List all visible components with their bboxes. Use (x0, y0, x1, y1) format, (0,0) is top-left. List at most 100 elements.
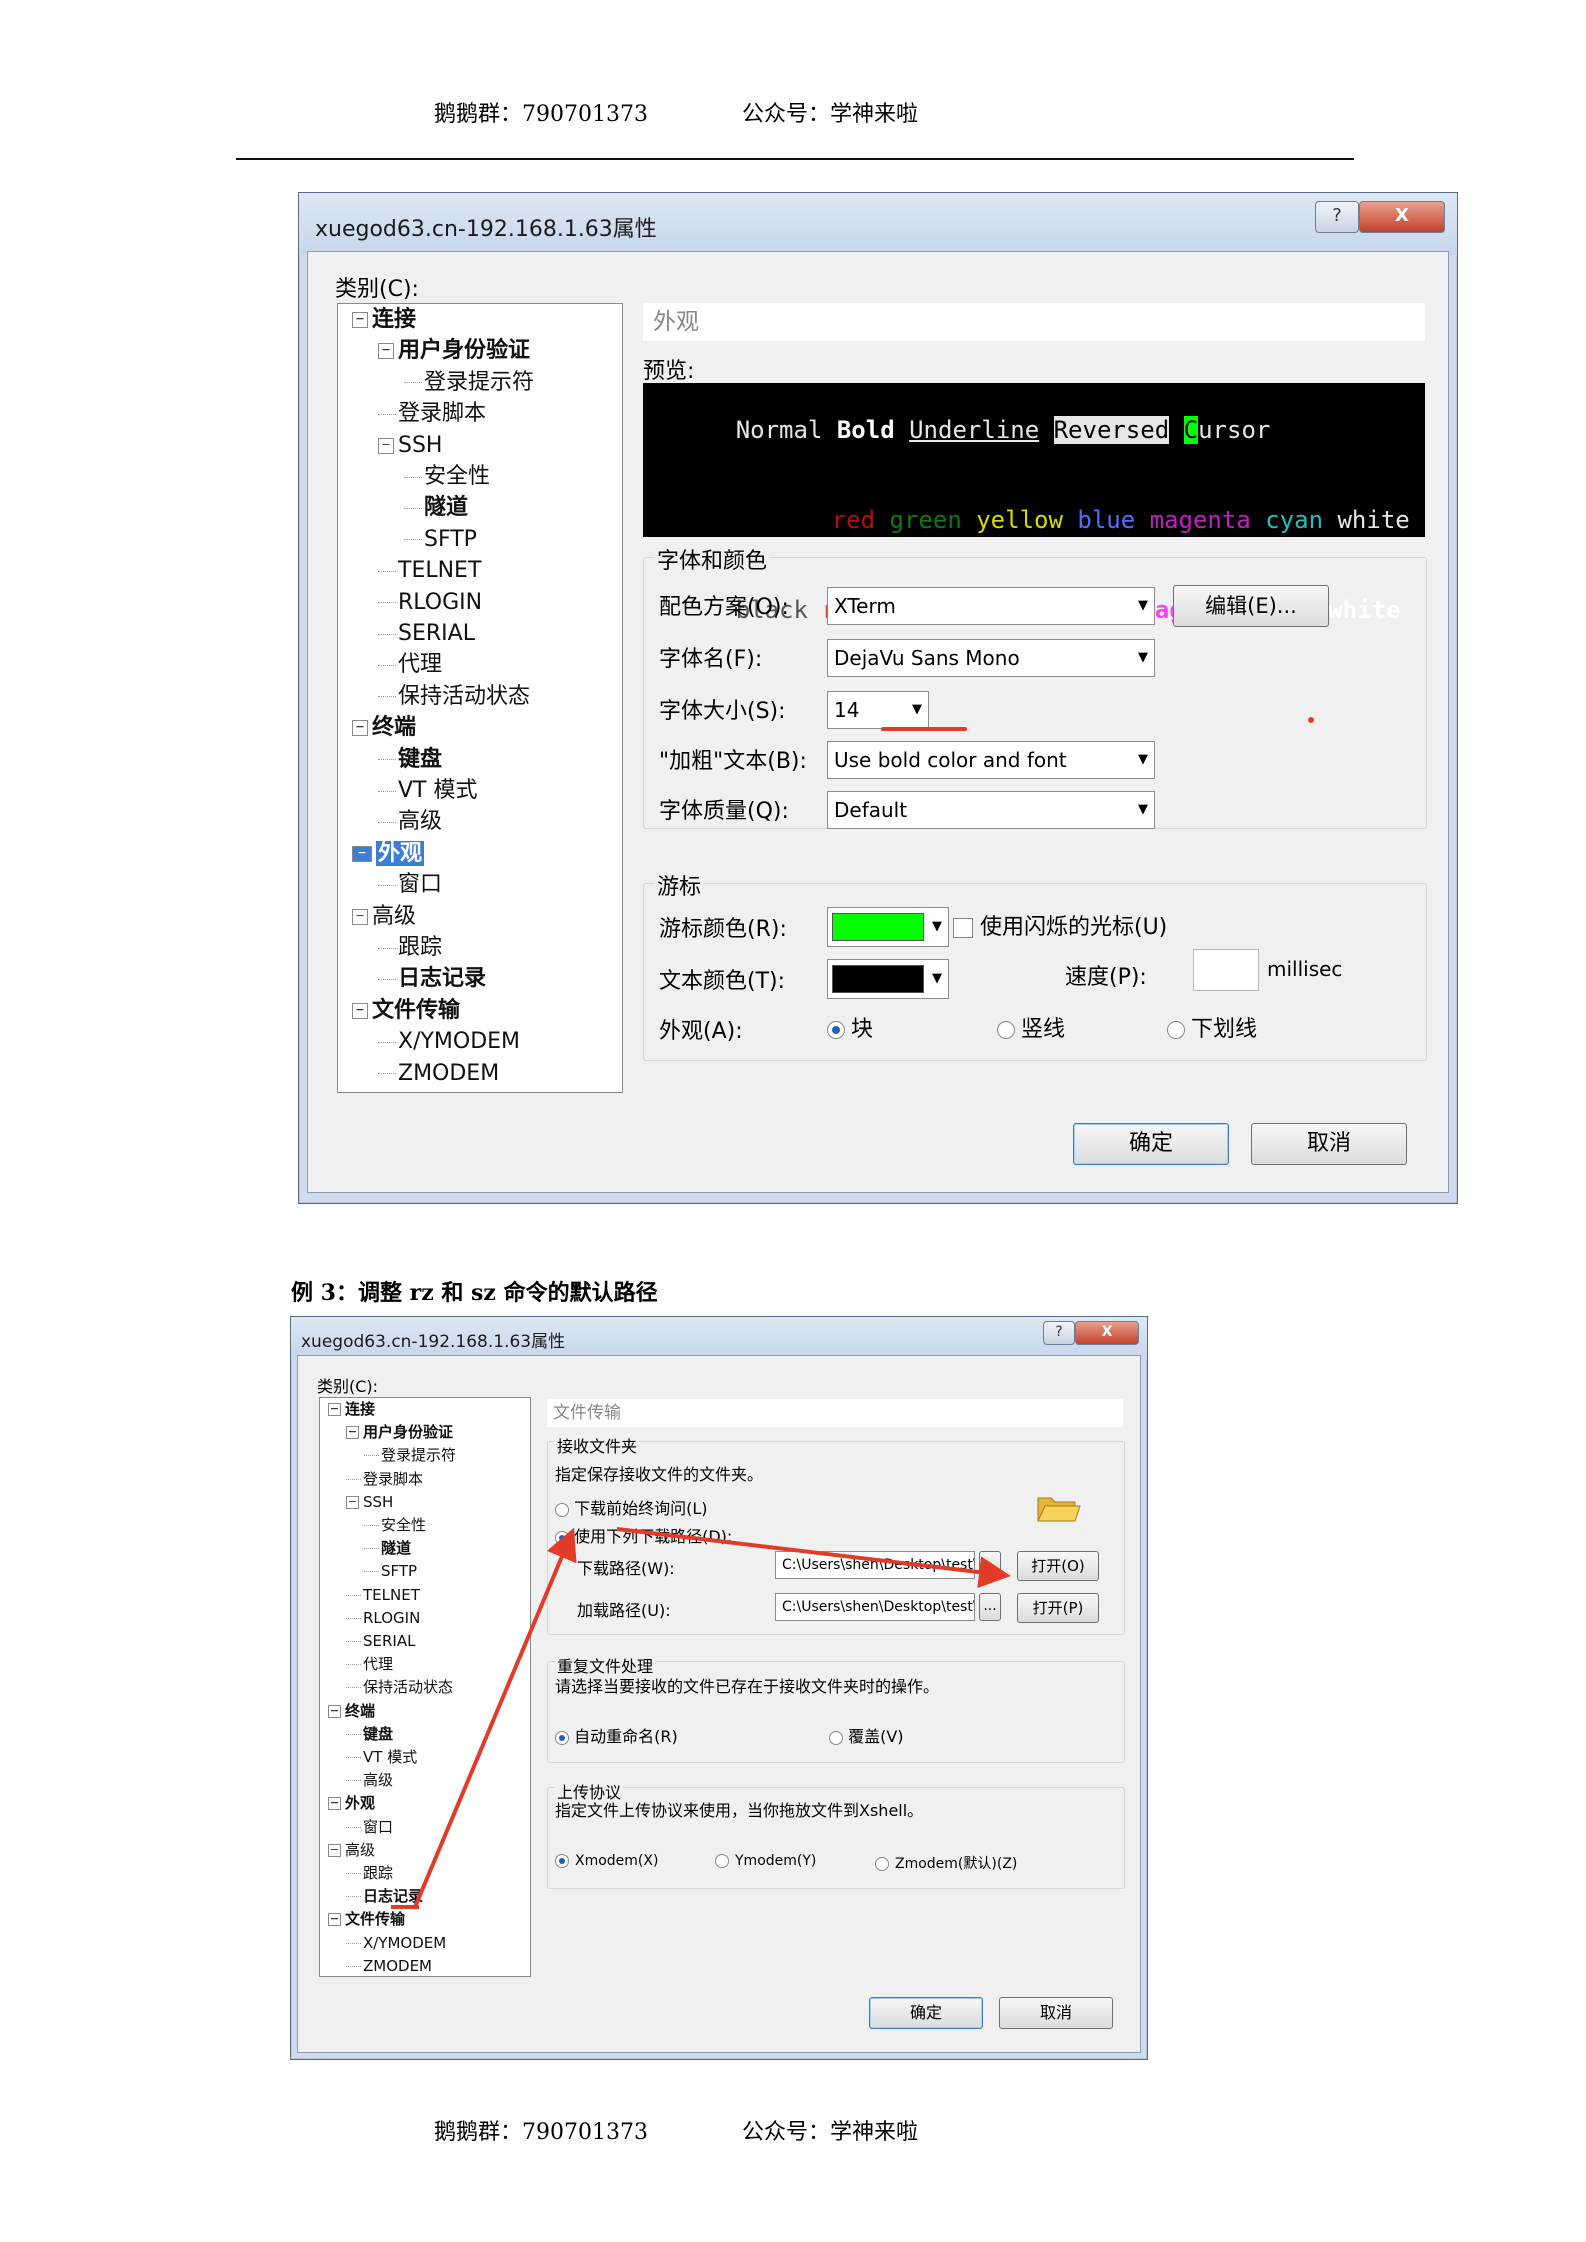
ask-before-download-option[interactable]: 下载前始终询问(L) (555, 1495, 708, 1519)
cancel-button[interactable]: 取消 (1251, 1123, 1407, 1165)
radio-option[interactable]: 下划线 (1167, 1011, 1257, 1043)
tree-item[interactable]: − 文件传输 (352, 995, 460, 1026)
blink-speed-input[interactable] (1193, 949, 1259, 991)
radio-button[interactable] (555, 1854, 569, 1868)
tree-item[interactable]: X/YMODEM (346, 1932, 446, 1955)
tree-item[interactable]: X/YMODEM (378, 1026, 520, 1057)
collapse-icon[interactable]: − (328, 1913, 341, 1927)
text-color-picker[interactable]: ▼ (827, 959, 949, 999)
download-browse-button[interactable]: ... (979, 1551, 1001, 1579)
blink-checkbox[interactable] (953, 918, 973, 938)
tree-item[interactable]: − 用户身份验证 (346, 1421, 453, 1444)
download-path-input[interactable]: C:\Users\shen\Desktop\test\ (775, 1551, 975, 1579)
tree-item[interactable]: SFTP (364, 1560, 417, 1583)
radio-option[interactable]: 竖线 (997, 1011, 1065, 1043)
tree-item[interactable]: SERIAL (378, 618, 475, 649)
tree-item[interactable]: − 文件传输 (328, 1908, 405, 1931)
tree-item[interactable]: SERIAL (346, 1630, 415, 1653)
tree-item[interactable]: 窗口 (346, 1816, 393, 1839)
tree-item[interactable]: 窗口 (378, 869, 442, 900)
rename-radio[interactable] (555, 1730, 569, 1745)
ask-radio[interactable] (555, 1502, 569, 1517)
tree-item[interactable]: 高级 (346, 1769, 393, 1792)
collapse-icon[interactable]: − (352, 845, 372, 862)
help-button[interactable]: ? (1315, 201, 1359, 233)
bold-text-select[interactable]: Use bold color and font ▼ (827, 741, 1155, 779)
radio-option[interactable]: Xmodem(X) (555, 1853, 658, 1869)
radio-button[interactable] (715, 1854, 729, 1868)
collapse-icon[interactable]: − (328, 1797, 341, 1811)
tree-item[interactable]: RLOGIN (378, 587, 482, 618)
collapse-icon[interactable]: − (328, 1704, 341, 1718)
tree-item[interactable]: 代理 (346, 1653, 393, 1676)
tree-item[interactable]: ZMODEM (378, 1058, 499, 1089)
tree-item[interactable]: − 高级 (352, 901, 416, 932)
radio-button[interactable] (827, 1021, 845, 1039)
cancel-button[interactable]: 取消 (999, 1997, 1113, 2029)
tree-item[interactable]: 键盘 (346, 1723, 393, 1746)
ok-button[interactable]: 确定 (869, 1997, 983, 2029)
radio-button[interactable] (1167, 1021, 1185, 1039)
tree-item[interactable]: 保持活动状态 (378, 681, 530, 712)
tree-item[interactable]: − SSH (346, 1491, 393, 1514)
font-size-select[interactable]: 14 ▼ (827, 691, 929, 729)
collapse-icon[interactable]: − (352, 1002, 368, 1019)
overwrite-radio[interactable] (829, 1730, 843, 1745)
tree-item[interactable]: 登录脚本 (378, 398, 486, 429)
tree-item[interactable]: − 用户身份验证 (378, 335, 530, 366)
use-path-radio[interactable] (555, 1530, 569, 1545)
radio-option[interactable]: Zmodem(默认)(Z) (875, 1853, 1017, 1873)
close-button[interactable]: X (1075, 1321, 1139, 1345)
tree-item[interactable]: − 外观 (352, 838, 425, 869)
auto-rename-option[interactable]: 自动重命名(R) (555, 1723, 678, 1747)
radio-button[interactable] (875, 1857, 889, 1871)
collapse-icon[interactable]: − (346, 1495, 359, 1509)
collapse-icon[interactable]: − (328, 1843, 341, 1857)
upload-browse-button[interactable]: ... (979, 1593, 1001, 1621)
collapse-icon[interactable]: − (346, 1426, 359, 1440)
tree-item[interactable]: 键盘 (378, 744, 442, 775)
font-name-select[interactable]: DejaVu Sans Mono ▼ (827, 639, 1155, 677)
tree-item[interactable]: 安全性 (404, 461, 490, 492)
tree-item[interactable]: − 连接 (328, 1398, 375, 1421)
tree-item[interactable]: 跟踪 (346, 1862, 393, 1885)
tree-item[interactable]: 跟踪 (378, 932, 442, 963)
tree-item[interactable]: 保持活动状态 (346, 1676, 453, 1699)
collapse-icon[interactable]: − (328, 1403, 341, 1416)
category-tree[interactable]: − 连接 − 用户身份验证 登录提示符 登录脚本 − SSH 安全性 隧道 SFTP TELNET RL… (337, 303, 623, 1093)
tree-item[interactable]: − SSH (378, 430, 442, 461)
tree-item[interactable]: 登录提示符 (364, 1444, 456, 1467)
radio-option[interactable]: Ymodem(Y) (715, 1853, 816, 1869)
upload-path-input[interactable]: C:\Users\shen\Desktop\test\ (775, 1593, 975, 1621)
category-tree[interactable]: − 连接 − 用户身份验证 登录提示符 登录脚本 − SSH 安全性 隧道 SFTP TELNET RL… (319, 1397, 531, 1977)
tree-item[interactable]: − 外观 (328, 1792, 375, 1815)
open-upload-button[interactable]: 打开(P) (1017, 1593, 1099, 1623)
collapse-icon[interactable]: − (352, 720, 368, 737)
tree-item[interactable]: 登录脚本 (346, 1468, 423, 1491)
tree-item[interactable]: 隧道 (364, 1537, 411, 1560)
radio-option[interactable]: 块 (827, 1011, 873, 1043)
tree-item[interactable]: VT 模式 (378, 775, 477, 806)
tree-item[interactable]: RLOGIN (346, 1607, 420, 1630)
blink-cursor-option[interactable]: 使用闪烁的光标(U) (953, 909, 1167, 941)
tree-item[interactable]: 日志记录 (346, 1885, 423, 1908)
tree-item[interactable]: 安全性 (364, 1514, 426, 1537)
tree-item[interactable]: 高级 (378, 806, 442, 837)
tree-item[interactable]: 代理 (378, 649, 442, 680)
tree-item[interactable]: − 连接 (352, 304, 416, 335)
tree-item[interactable]: 隧道 (404, 492, 468, 523)
tree-item[interactable]: − 高级 (328, 1839, 375, 1862)
use-download-path-option[interactable]: 使用下列下载路径(D): (555, 1523, 732, 1547)
collapse-icon[interactable]: − (378, 343, 394, 360)
collapse-icon[interactable]: − (378, 437, 394, 454)
radio-button[interactable] (997, 1021, 1015, 1039)
cursor-color-picker[interactable]: ▼ (827, 907, 949, 947)
tree-item[interactable]: − 终端 (328, 1700, 375, 1723)
tree-item[interactable]: ZMODEM (346, 1955, 432, 1978)
tree-item[interactable]: − 终端 (352, 712, 416, 743)
close-button[interactable]: X (1359, 201, 1445, 233)
open-download-button[interactable]: 打开(O) (1017, 1551, 1099, 1581)
tree-item[interactable]: SFTP (404, 524, 477, 555)
overwrite-option[interactable]: 覆盖(V) (829, 1723, 904, 1747)
help-button[interactable]: ? (1043, 1321, 1075, 1345)
